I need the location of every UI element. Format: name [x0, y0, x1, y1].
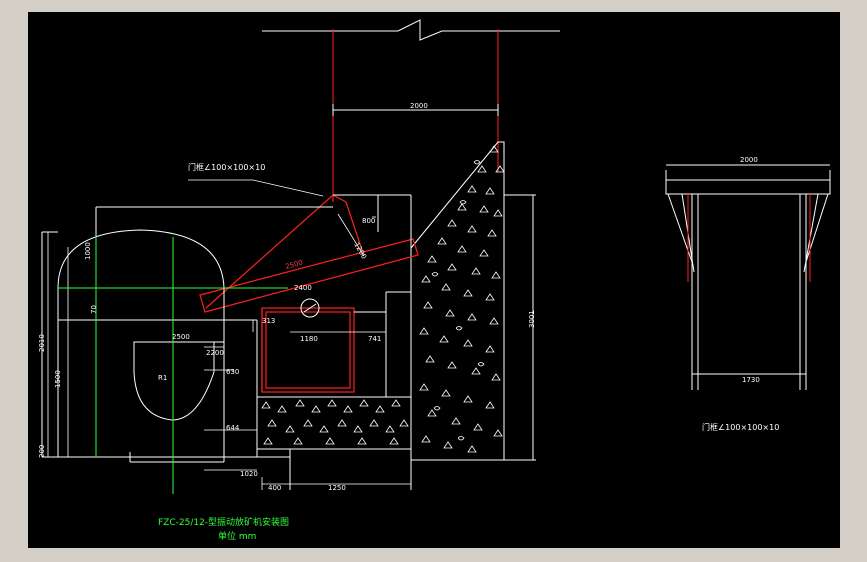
rock-fill-right	[410, 141, 536, 461]
break-line	[262, 19, 560, 41]
drawing-title: FZC-25/12-型振动放矿机安装图	[158, 516, 289, 528]
label-1010: 2500	[172, 333, 190, 341]
label-400: 400	[268, 484, 281, 492]
label-70: 70	[90, 305, 98, 314]
label-1500: 1500	[54, 370, 62, 388]
dim-2000-top-label: 2000	[410, 102, 428, 110]
dimension-lines	[47, 179, 411, 490]
drawing-canvas[interactable]: 2000 门框∠100×100×10 800 1200 2500 2400 30…	[28, 12, 840, 548]
drawing-units: 单位 mm	[218, 530, 256, 542]
label-200: 200	[38, 445, 46, 458]
label-630: 630	[226, 368, 239, 376]
label-1250: 1250	[328, 484, 346, 492]
label-channel-steel: 门框∠100×100×10	[188, 162, 265, 172]
base-hatch	[261, 399, 409, 445]
label-1020: 1020	[240, 470, 258, 478]
red-vertical-lines	[332, 29, 499, 202]
label-313: 313	[262, 317, 275, 325]
label-3001: 3001	[528, 310, 536, 328]
label-1180: 1180	[300, 335, 318, 343]
label-800: 800	[362, 217, 375, 225]
label-2400: 2400	[294, 284, 312, 292]
side-label-1730: 1730	[742, 376, 760, 384]
side-label-channel-steel: 门框∠100×100×10	[702, 422, 779, 432]
structure-outline	[41, 194, 412, 463]
label-r1: R1	[158, 374, 167, 382]
green-centerlines	[58, 236, 288, 494]
label-2010: 2010	[38, 334, 46, 352]
label-741: 741	[368, 335, 381, 343]
rock-hatch-right	[419, 145, 505, 453]
label-1000: 1000	[84, 242, 92, 260]
label-644: 644	[226, 424, 240, 432]
side-label-2000: 2000	[740, 156, 758, 164]
side-view-red	[687, 194, 811, 282]
label-1200: 1200	[352, 241, 368, 260]
label-2200: 2200	[206, 349, 224, 357]
cad-drawing: 2000 门框∠100×100×10 800 1200 2500 2400 30…	[38, 19, 831, 542]
feeder-red	[199, 193, 419, 393]
viewer-frame: 2000 门框∠100×100×10 800 1200 2500 2400 30…	[0, 0, 867, 562]
side-view-frame	[665, 164, 831, 390]
